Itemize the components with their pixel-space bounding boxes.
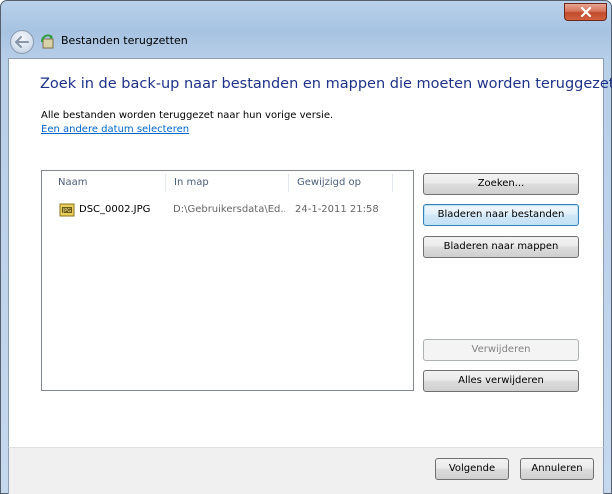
column-header-modified[interactable]: Gewijzigd op — [289, 171, 392, 195]
back-arrow-icon — [15, 36, 29, 48]
remove-button[interactable]: Verwijderen — [423, 339, 579, 361]
page-heading: Zoek in de back-up naar bestanden en map… — [40, 76, 612, 92]
svg-text:JPG: JPG — [62, 208, 71, 214]
column-separator[interactable] — [392, 174, 393, 192]
content-panel: Zoek in de back-up naar bestanden en map… — [8, 58, 612, 447]
file-row[interactable]: JPG DSC_0002.JPG D:\Gebruikersdata\Ed...… — [43, 199, 412, 221]
window-title: Bestanden terugzetten — [61, 34, 188, 47]
restore-files-icon — [41, 34, 54, 49]
back-button[interactable] — [10, 30, 34, 54]
browse-folders-button[interactable]: Bladeren naar mappen — [423, 236, 579, 258]
close-icon — [580, 7, 591, 17]
browse-files-button[interactable]: Bladeren naar bestanden — [423, 204, 579, 226]
search-button[interactable]: Zoeken... — [423, 173, 579, 195]
file-modified-date: 24-1-2011 21:58 — [295, 204, 379, 215]
file-name: DSC_0002.JPG — [79, 204, 151, 215]
close-button[interactable] — [564, 3, 607, 21]
file-list[interactable]: Naam In map Gewijzigd op JPG DSC_0002.JP… — [41, 170, 414, 391]
dialog-footer: Volgende Annuleren — [8, 447, 604, 494]
column-header-folder[interactable]: In map — [166, 171, 288, 195]
select-other-date-link[interactable]: Een andere datum selecteren — [41, 124, 189, 135]
file-folder: D:\Gebruikersdata\Ed... — [173, 204, 285, 215]
next-button[interactable]: Volgende — [435, 458, 509, 480]
column-header-name[interactable]: Naam — [50, 171, 165, 195]
remove-all-button[interactable]: Alles verwijderen — [423, 370, 579, 392]
description-text: Alle bestanden worden teruggezet naar hu… — [41, 110, 334, 121]
jpg-file-icon: JPG — [59, 203, 75, 217]
navigation-bar: Bestanden terugzetten — [2, 25, 612, 59]
cancel-button[interactable]: Annuleren — [520, 458, 594, 480]
